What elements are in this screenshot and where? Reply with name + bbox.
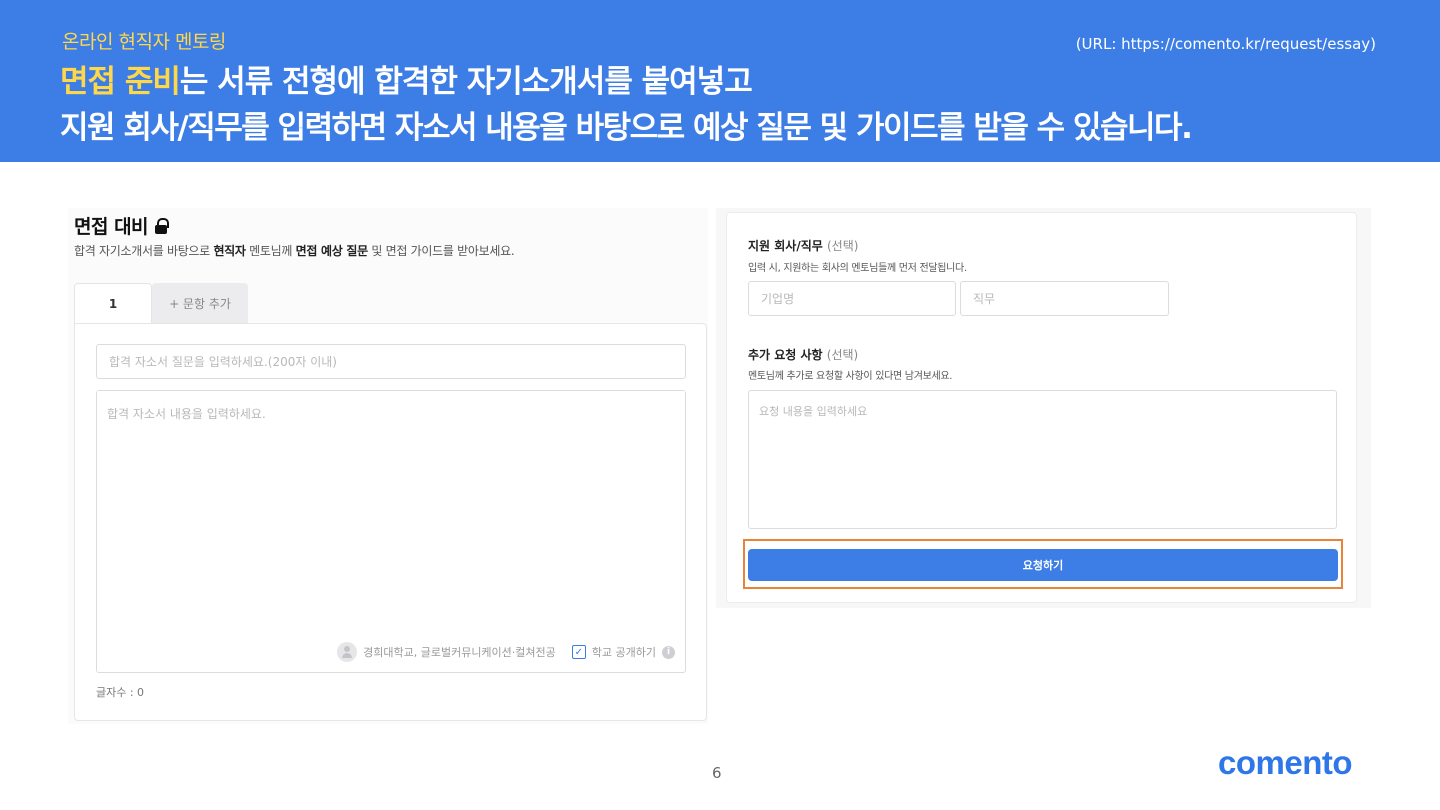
submit-highlight: 요청하기	[743, 539, 1343, 589]
comento-logo: comento	[1218, 744, 1353, 781]
desc-part: 및 면접 가이드를 받아보세요.	[367, 244, 515, 258]
company-input[interactable]	[748, 281, 956, 316]
optional-tag: (선택)	[826, 348, 859, 362]
company-label-text: 지원 회사/직무	[748, 239, 823, 253]
banner-url: (URL: https://comento.kr/request/essay)	[1075, 35, 1376, 53]
submit-request-button[interactable]: 요청하기	[748, 549, 1338, 581]
panel-title-text: 면접 대비	[74, 216, 149, 238]
question-tabs: 1 + 문항 추가	[74, 283, 248, 324]
school-name: 경희대학교, 글로벌커뮤니케이션·컬쳐전공	[363, 646, 556, 659]
request-help: 멘토님께 추가로 요청할 사항이 있다면 남겨보세요.	[748, 371, 953, 382]
banner-headline-line2: 지원 회사/직무를 입력하면 자소서 내용을 바탕으로 예상 질문 및 가이드를…	[60, 110, 1193, 146]
info-icon[interactable]: i	[662, 645, 675, 659]
desc-part: 합격 자기소개서를 바탕으로	[74, 244, 214, 258]
banner-subtitle: 온라인 현직자 멘토링	[62, 31, 226, 53]
avatar	[337, 642, 358, 662]
answer-textarea[interactable]	[97, 391, 685, 631]
banner-headline-line1: 면접 준비는 서류 전형에 합격한 자기소개서를 붙여넣고	[60, 56, 753, 101]
company-label: 지원 회사/직무 (선택)	[748, 237, 858, 254]
headline-rest: 는 서류 전형에 합격한 자기소개서를 붙여넣고	[179, 64, 753, 100]
lock-icon	[154, 217, 170, 234]
request-textarea[interactable]	[748, 390, 1337, 529]
answer-footer: 경희대학교, 글로벌커뮤니케이션·컬쳐전공 ✓ 학교 공개하기 i	[337, 642, 675, 662]
char-count: 글자수 : 0	[96, 686, 145, 699]
panel-title: 면접 대비	[74, 212, 170, 239]
desc-bold: 면접 예상 질문	[295, 244, 369, 258]
panel-description: 합격 자기소개서를 바탕으로 현직자 멘토님께 면접 예상 질문 및 면접 가이…	[74, 242, 515, 259]
headline-highlight: 면접 준비	[60, 64, 181, 100]
essay-editor: 경희대학교, 글로벌커뮤니케이션·컬쳐전공 ✓ 학교 공개하기 i 글자수 : …	[74, 323, 707, 721]
school-public-label: 학교 공개하기	[591, 646, 656, 659]
desc-part: 멘토님께	[245, 244, 296, 258]
question-input[interactable]	[96, 344, 686, 379]
header-banner: 온라인 현직자 멘토링 (URL: https://comento.kr/req…	[0, 0, 1440, 162]
interview-prep-panel: 면접 대비 합격 자기소개서를 바탕으로 현직자 멘토님께 면접 예상 질문 및…	[68, 208, 708, 724]
tab-add-question[interactable]: + 문항 추가	[152, 283, 248, 324]
desc-bold: 현직자	[213, 244, 246, 258]
answer-box: 경희대학교, 글로벌커뮤니케이션·컬쳐전공 ✓ 학교 공개하기 i	[96, 390, 686, 673]
company-help: 입력 시, 지원하는 회사의 멘토님들께 먼저 전달됩니다.	[748, 263, 967, 274]
request-label-text: 추가 요청 사항	[748, 348, 823, 362]
page-number: 6	[712, 764, 722, 782]
school-public-checkbox[interactable]: ✓	[571, 645, 586, 659]
request-label: 추가 요청 사항 (선택)	[748, 346, 858, 363]
job-input[interactable]	[960, 281, 1169, 316]
tab-question-1[interactable]: 1	[74, 283, 152, 324]
request-panel: 지원 회사/직무 (선택) 입력 시, 지원하는 회사의 멘토님들께 먼저 전달…	[726, 212, 1357, 603]
optional-tag: (선택)	[827, 239, 859, 253]
